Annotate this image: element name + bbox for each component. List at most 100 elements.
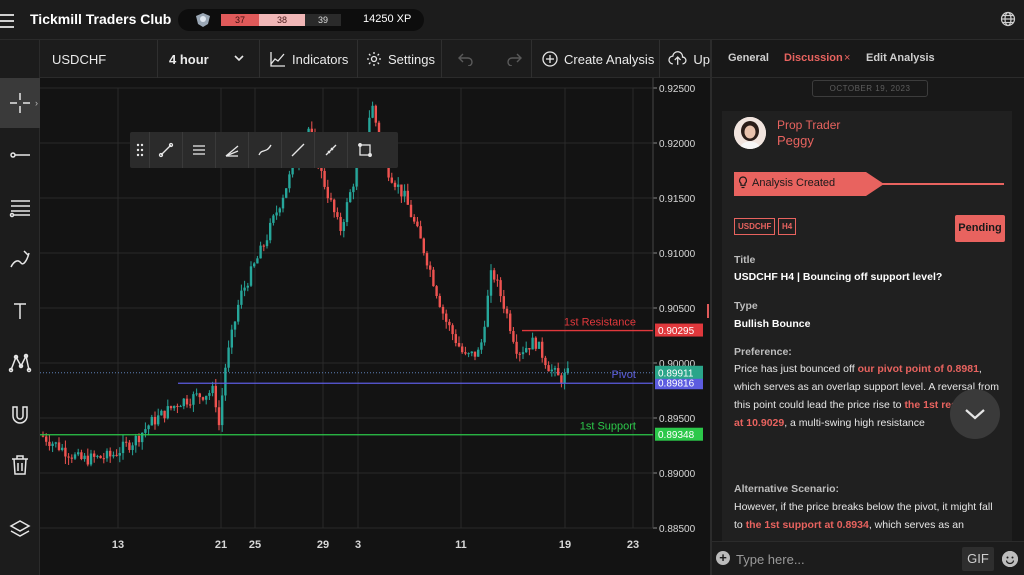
candle-body: [86, 455, 89, 465]
time-tick-label: 3: [355, 539, 361, 551]
type-value: Bullish Bounce: [734, 318, 811, 330]
text-tool[interactable]: [0, 286, 40, 336]
pattern-tool[interactable]: [0, 338, 40, 388]
delete-tool[interactable]: [0, 440, 40, 490]
brush-tool[interactable]: [0, 234, 40, 284]
scroll-down-button[interactable]: [950, 389, 1000, 439]
alternative-support-highlight: the 1st support at 0.8934: [745, 519, 869, 531]
plus-circle-icon: [542, 51, 558, 67]
line-tool[interactable]: [0, 130, 40, 180]
candle-body: [368, 117, 371, 133]
candle-body: [541, 341, 544, 358]
candle-body: [454, 334, 457, 344]
candle-body: [483, 326, 486, 343]
symbol-selector[interactable]: USDCHF: [40, 40, 158, 78]
menu-icon[interactable]: [0, 10, 16, 28]
price-tick-label: 0.91500: [659, 194, 696, 205]
candle-body: [467, 353, 470, 355]
candle-body: [233, 321, 237, 330]
panel-tabs: General Discussion × Edit Analysis: [712, 40, 1024, 78]
candle-body: [73, 454, 77, 459]
interval-label: 4 hour: [169, 51, 209, 67]
author-role: Prop Trader: [777, 118, 841, 132]
candle-body: [509, 313, 512, 331]
tab-discussion[interactable]: Discussion: [784, 52, 843, 64]
xp-level-next: 38: [259, 14, 305, 26]
banner-line: [882, 183, 1004, 185]
level-label: 1st Support: [580, 421, 636, 433]
trend-line-icon[interactable]: [150, 132, 183, 168]
settings-button[interactable]: Settings: [358, 40, 442, 78]
gif-button[interactable]: GIF: [962, 547, 994, 571]
candle-body: [349, 192, 352, 203]
price-tick-label: 0.92500: [659, 84, 696, 95]
avatar[interactable]: [734, 117, 766, 149]
emoji-icon[interactable]: [1002, 551, 1018, 567]
comment-input[interactable]: [736, 549, 956, 569]
xp-progress[interactable]: 37 38 39 14250 XP: [178, 9, 424, 31]
candle-body: [265, 240, 269, 247]
candle-body: [528, 348, 531, 350]
drag-handle-icon[interactable]: [130, 132, 150, 168]
candle-body: [342, 222, 345, 231]
candle-body: [486, 295, 489, 327]
candle-body: [169, 406, 173, 409]
candle-body: [275, 212, 278, 216]
curve-icon[interactable]: [249, 132, 282, 168]
candle-body: [416, 221, 419, 227]
rectangle-icon[interactable]: [348, 132, 381, 168]
candle-body: [329, 198, 333, 200]
measure-icon[interactable]: [315, 132, 348, 168]
candle-body: [512, 330, 515, 342]
candle-body: [502, 296, 505, 309]
cloud-upload-icon: [668, 51, 687, 65]
candle-body: [272, 215, 275, 223]
time-tick-label: 13: [112, 539, 124, 551]
author-name[interactable]: Peggy: [777, 133, 814, 148]
upload-button[interactable]: Up: [660, 40, 710, 78]
undo-icon[interactable]: [458, 52, 474, 66]
candle-body: [445, 313, 448, 322]
candle-body: [211, 385, 214, 394]
candle-body: [422, 238, 425, 254]
redo-icon[interactable]: [506, 52, 522, 66]
candle-body: [393, 182, 397, 187]
xp-total: 14250 XP: [363, 13, 412, 25]
crosshair-tool[interactable]: ›: [0, 78, 40, 128]
magnet-tool[interactable]: [0, 390, 40, 440]
level-price-label: 0.89816: [658, 379, 695, 390]
candle-body: [80, 452, 83, 460]
alternative-label: Alternative Scenario:: [734, 483, 840, 495]
candle-body: [320, 168, 323, 171]
candle-body: [115, 454, 118, 456]
parallel-lines-icon[interactable]: [183, 132, 216, 168]
candle-body: [217, 407, 221, 426]
candle-body: [288, 174, 291, 189]
candle-body: [435, 286, 438, 296]
candle-body: [531, 337, 534, 350]
candle-body: [125, 441, 128, 443]
interval-dropdown[interactable]: 4 hour: [158, 40, 260, 78]
tab-general[interactable]: General: [728, 52, 769, 64]
indicators-button[interactable]: Indicators: [260, 40, 358, 78]
candle-body: [195, 393, 198, 395]
tab-edit-analysis[interactable]: Edit Analysis: [866, 52, 935, 64]
candle-body: [438, 295, 441, 307]
level-price-label: 0.90295: [658, 326, 695, 337]
alternative-text-2: , which serves as an: [868, 519, 964, 531]
layers-tool[interactable]: [0, 505, 40, 555]
time-tick-label: 25: [249, 539, 261, 551]
fan-lines-icon[interactable]: [216, 132, 249, 168]
create-analysis-button[interactable]: Create Analysis: [532, 40, 660, 78]
close-icon[interactable]: ×: [844, 52, 850, 64]
candle-body: [93, 453, 96, 457]
globe-icon[interactable]: [1000, 11, 1016, 27]
indicators-label: Indicators: [292, 51, 349, 67]
ray-icon[interactable]: [282, 132, 315, 168]
candle-body: [118, 453, 121, 456]
add-attachment-icon[interactable]: +: [716, 551, 730, 565]
price-tick-label: 0.89000: [659, 469, 696, 480]
fibonacci-tool[interactable]: [0, 182, 40, 232]
time-tick-label: 23: [627, 539, 639, 551]
preference-text-1: Price has just bounced off: [734, 363, 858, 375]
